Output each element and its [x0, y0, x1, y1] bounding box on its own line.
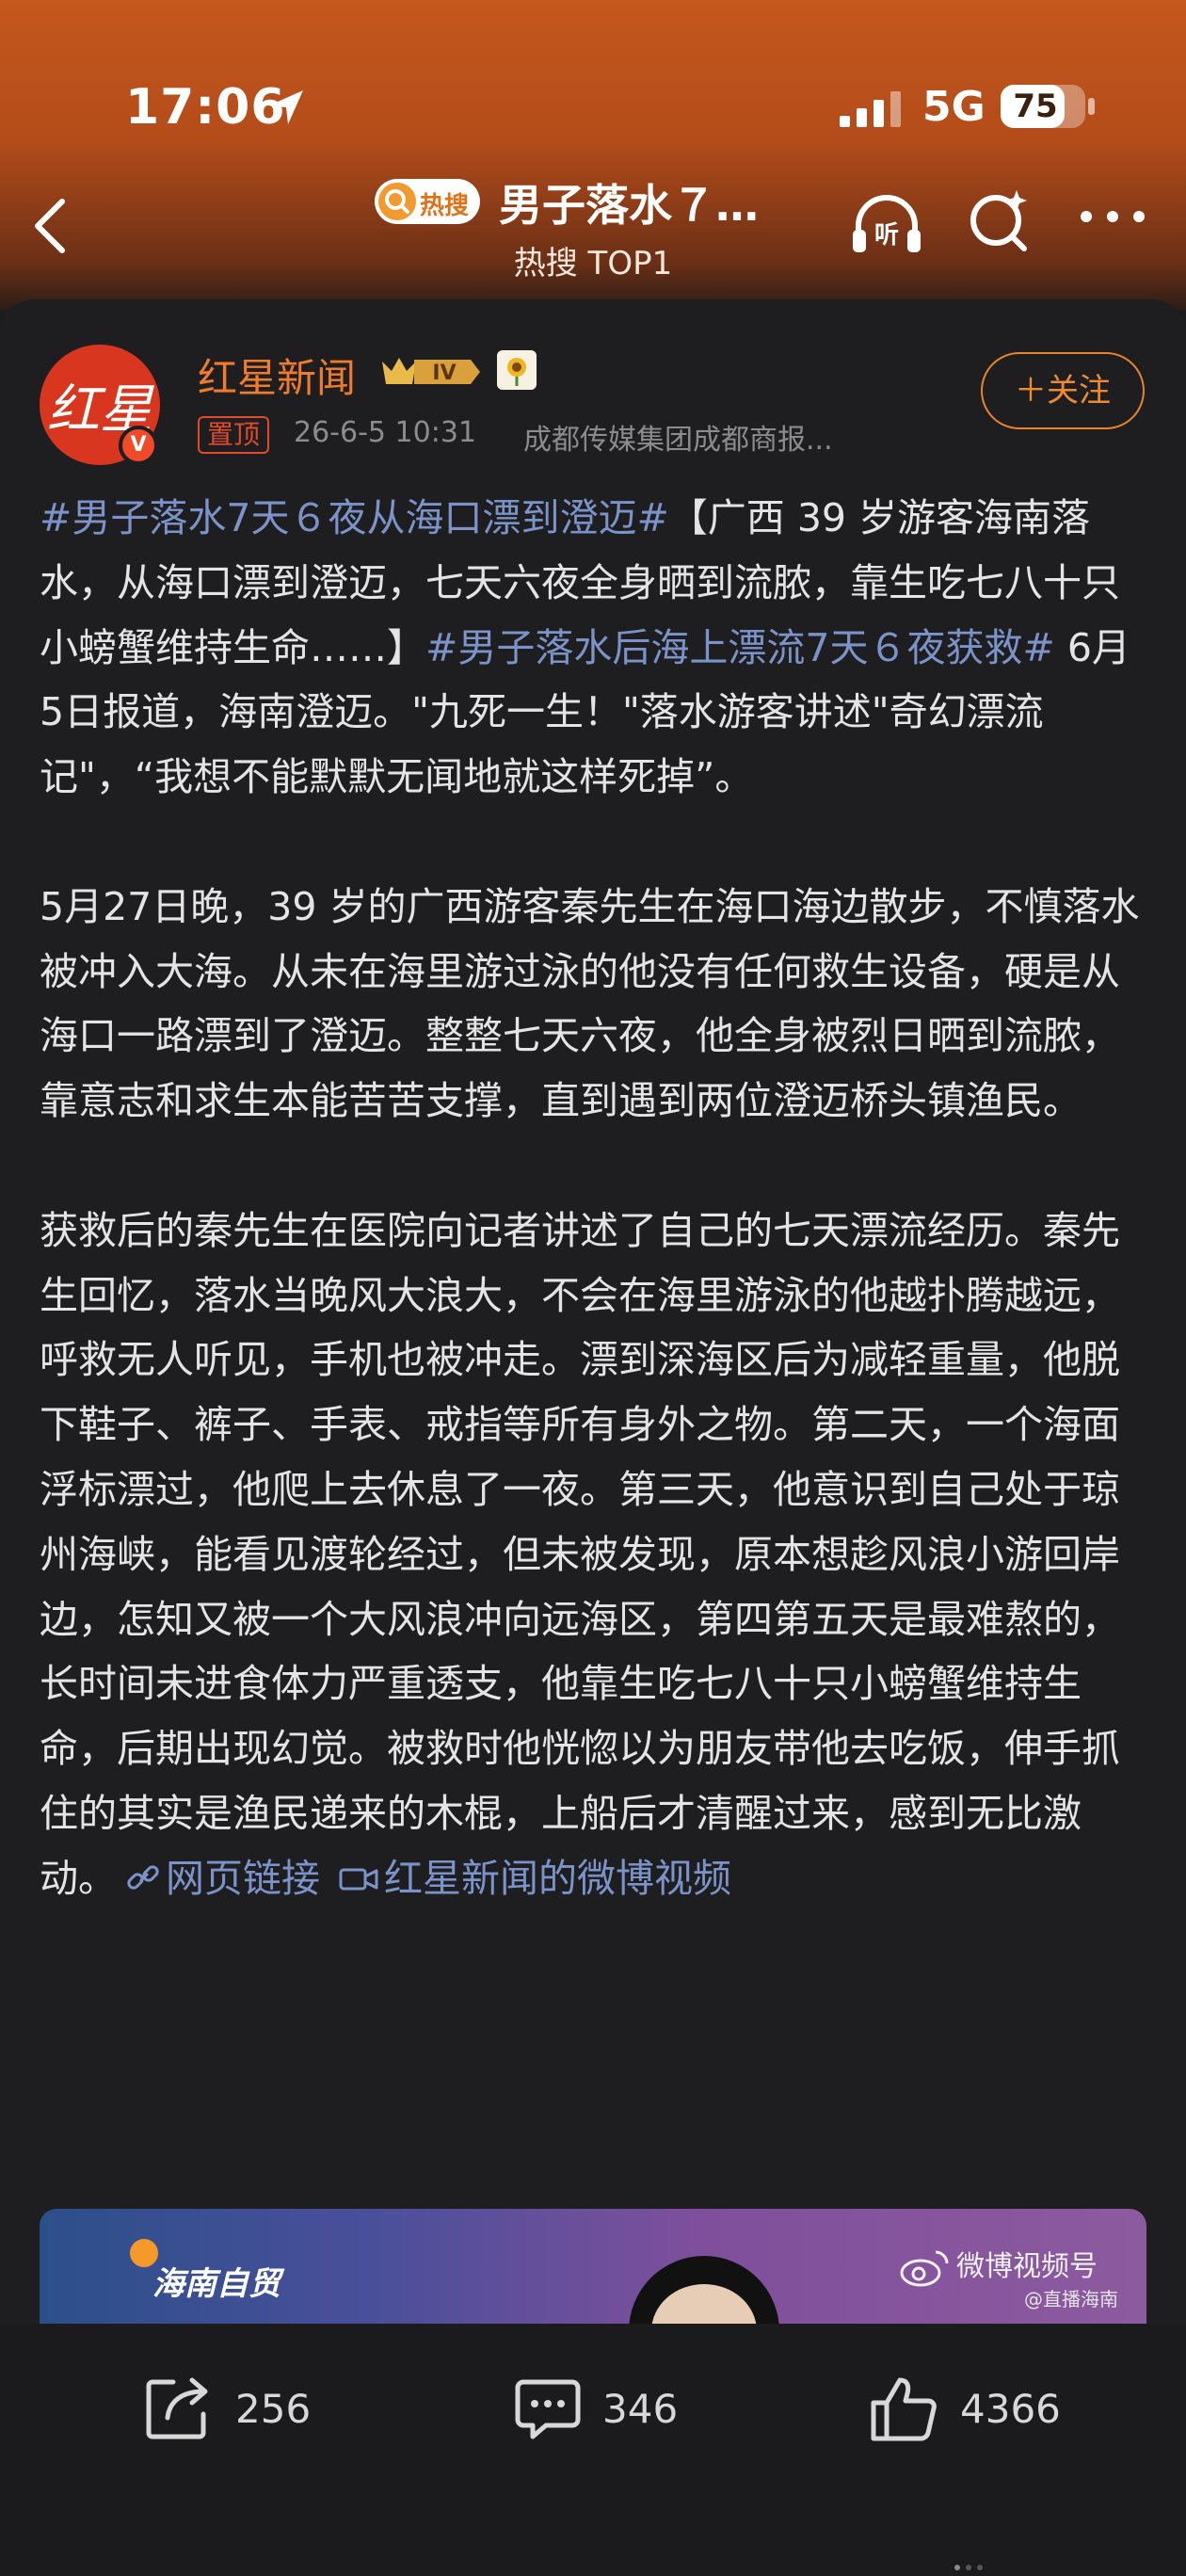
video-link[interactable]: 红星新闻的微博视频 — [320, 1856, 731, 1901]
ai-search-icon[interactable] — [966, 186, 1034, 254]
author-name[interactable]: 红星新闻 — [198, 346, 356, 404]
channel-logo-text: 海南自贸 — [152, 2265, 280, 2303]
vip-crown-badge-icon: IV — [382, 358, 480, 385]
post-time: 26-6-5 10:31 — [294, 416, 476, 449]
hashtag-link[interactable]: #男子落水7天６夜从海口漂到澄迈# — [40, 495, 669, 540]
post-source: 成都传媒集团成都商报... — [523, 424, 833, 457]
video-camera-icon — [339, 1868, 378, 1891]
repost-button[interactable]: 256 — [141, 2371, 329, 2446]
headphones-icon[interactable]: 听 — [847, 185, 926, 264]
post-paragraph-1: #男子落水7天６夜从海口漂到澄迈#【广西 39 岁游客海南落水，从海口漂到澄迈，… — [40, 486, 1150, 810]
weibo-logo-icon — [900, 2250, 949, 2287]
web-link[interactable]: 网页链接 — [117, 1856, 320, 1901]
web-link-label: 网页链接 — [166, 1855, 320, 1901]
status-time: 17:06 — [125, 79, 286, 136]
location-arrow-icon — [269, 90, 303, 124]
thumbs-up-icon — [871, 2377, 937, 2441]
repost-icon — [146, 2377, 208, 2439]
video-watermark: 微博视频号 — [956, 2250, 1098, 2283]
comment-icon — [515, 2379, 581, 2439]
header: 17:06 5G 75 热搜 男子落水７… 热搜 TOP1 听 — [0, 0, 1186, 311]
post-paragraph-2: 5月27日晚，39 岁的广西游客秦先生在海口海边散步，不慎落水被冲入大海。从未在… — [40, 883, 1140, 1124]
search-icon — [378, 183, 416, 220]
verified-icon: V — [119, 426, 158, 465]
battery-cap — [1088, 98, 1095, 115]
video-link-label: 红星新闻的微博视频 — [384, 1855, 731, 1901]
battery-icon: 75 — [1001, 85, 1085, 128]
post-body: #男子落水7天６夜从海口漂到澄迈#【广西 39 岁游客海南落水，从海口漂到澄迈，… — [40, 486, 1150, 1911]
hot-search-badge: 热搜 — [375, 179, 480, 224]
pinned-tag: 置顶 — [198, 416, 270, 454]
network-label: 5G — [922, 83, 986, 131]
comment-button[interactable]: 346 — [510, 2371, 698, 2446]
action-bar: 256 346 4366 — [0, 2324, 1186, 2576]
signal-icon — [840, 91, 901, 127]
comment-count: 346 — [602, 2386, 679, 2432]
subtitle-text: 热搜 TOP1 — [513, 245, 673, 282]
svg-text:听: 听 — [874, 221, 899, 250]
post-card: 红星 V 红星新闻 IV 置顶 26-6-5 10:31 成都传媒集团成都商报.… — [0, 299, 1186, 2324]
vip-level: IV — [432, 362, 456, 385]
battery-level: 75 — [1013, 88, 1058, 125]
link-icon — [127, 1865, 159, 1890]
repost-count: 256 — [235, 2386, 312, 2432]
sunflower-badge-icon — [497, 350, 537, 390]
nav-bar: 热搜 男子落水７… 热搜 TOP1 听 — [0, 160, 1186, 292]
hashtag-link[interactable]: #男子落水后海上漂流7天６夜获救# — [425, 625, 1055, 670]
page-indicator-icon — [954, 2565, 983, 2570]
post-text: 获救后的秦先生在医院向记者讲述了自己的七天漂流经历。秦先生回忆，落水当晚风大浪大… — [40, 1207, 1120, 1901]
video-watermark-handle: @直播海南 — [1024, 2288, 1118, 2310]
like-button[interactable]: 4366 — [866, 2371, 1073, 2446]
page-title: 男子落水７… — [499, 180, 759, 231]
like-count: 4366 — [960, 2386, 1061, 2432]
hot-badge-label: 热搜 — [420, 192, 470, 220]
status-bar: 17:06 5G 75 — [0, 0, 1186, 160]
video-thumbnail[interactable]: 海南自贸 微博视频号 @直播海南 — [40, 2209, 1146, 2331]
follow-button[interactable]: ＋关注 — [981, 352, 1145, 429]
post-paragraph-3: 获救后的秦先生在医院向记者讲述了自己的七天漂流经历。秦先生回忆，落水当晚风大浪大… — [40, 1199, 1150, 1911]
more-icon[interactable] — [1077, 205, 1148, 228]
